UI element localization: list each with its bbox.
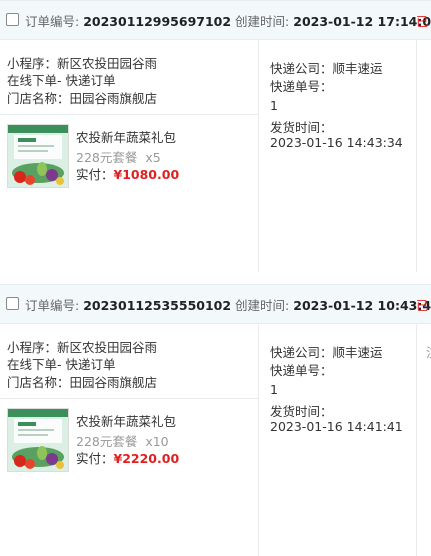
order-type: 在线下单- 快递订单 bbox=[7, 357, 116, 372]
created-time: 2023-01-12 17:14:04 bbox=[293, 14, 431, 29]
product-name[interactable]: 农投新年蔬菜礼包 bbox=[76, 411, 176, 430]
order-body: 小程序：新区农投田园谷雨 在线下单- 快递订单 门店名称：田园谷雨旗舰店 农投新… bbox=[0, 324, 431, 556]
paid-amount: ¥2220.00 bbox=[113, 451, 180, 466]
shipping-column: 快递公司：顺丰速运 快递单号： 1 发货时间： 2023-01-16 14:41… bbox=[260, 324, 417, 556]
order-no-label: 订单编号: bbox=[25, 14, 80, 29]
vegetable-gift-image bbox=[8, 409, 68, 471]
product-spec: 228元套餐 bbox=[76, 150, 138, 165]
created-time-label: 创建时间: bbox=[235, 14, 290, 29]
order-status: 已 bbox=[416, 14, 429, 29]
courier-company: 快递公司：顺丰速运 bbox=[270, 61, 383, 76]
tracking-number: 1 bbox=[270, 98, 278, 113]
vegetable-gift-image bbox=[8, 125, 68, 187]
tracking-number: 1 bbox=[270, 382, 278, 397]
product-thumbnail[interactable] bbox=[7, 408, 69, 472]
product-quantity: x5 bbox=[145, 150, 161, 165]
tracking-label: 快递单号： bbox=[270, 79, 333, 94]
courier-company: 快递公司：顺丰速运 bbox=[270, 345, 383, 360]
order-info-column: 小程序：新区农投田园谷雨 在线下单- 快递订单 门店名称：田园谷雨旗舰店 农投新… bbox=[0, 324, 259, 556]
ship-time: 2023-01-16 14:43:34 bbox=[270, 135, 403, 150]
order-no-label: 订单编号: bbox=[25, 298, 80, 313]
ship-time-label: 发货时间： bbox=[270, 404, 333, 419]
remarks-column bbox=[418, 40, 431, 272]
tracking-label: 快递单号： bbox=[270, 363, 333, 378]
ship-time-label: 发货时间： bbox=[270, 120, 333, 135]
product-thumbnail[interactable] bbox=[7, 124, 69, 188]
remarks-column: 注 bbox=[418, 324, 431, 556]
order-no: 20230112535550102 bbox=[83, 298, 232, 313]
remarks-text: 注 bbox=[426, 342, 431, 361]
order-no: 20230112995697102 bbox=[83, 14, 232, 29]
created-time: 2023-01-12 10:43:49 bbox=[293, 298, 431, 313]
product-name[interactable]: 农投新年蔬菜礼包 bbox=[76, 127, 176, 146]
ship-time: 2023-01-16 14:41:41 bbox=[270, 419, 403, 434]
product-spec: 228元套餐 bbox=[76, 434, 138, 449]
store-name: 门店名称：田园谷雨旗舰店 bbox=[7, 91, 158, 106]
order-status: 已 bbox=[416, 298, 429, 313]
divider bbox=[0, 114, 259, 115]
product-quantity: x10 bbox=[145, 434, 169, 449]
order-header: 订单编号: 20230112995697102 创建时间: 2023-01-12… bbox=[0, 0, 431, 40]
divider bbox=[0, 398, 259, 399]
shipping-column: 快递公司：顺丰速运 快递单号： 1 发货时间： 2023-01-16 14:43… bbox=[260, 40, 417, 272]
order-header: 订单编号: 20230112535550102 创建时间: 2023-01-12… bbox=[0, 284, 431, 324]
order-select-checkbox[interactable] bbox=[6, 13, 19, 26]
order-type: 在线下单- 快递订单 bbox=[7, 73, 116, 88]
paid-label: 实付： bbox=[76, 167, 114, 182]
order-body: 小程序：新区农投田园谷雨 在线下单- 快递订单 门店名称：田园谷雨旗舰店 农投新… bbox=[0, 40, 431, 272]
created-time-label: 创建时间: bbox=[235, 298, 290, 313]
paid-amount: ¥1080.00 bbox=[113, 167, 180, 182]
store-name: 门店名称：田园谷雨旗舰店 bbox=[7, 375, 158, 390]
paid-label: 实付： bbox=[76, 451, 114, 466]
order-info-column: 小程序：新区农投田园谷雨 在线下单- 快递订单 门店名称：田园谷雨旗舰店 农投新… bbox=[0, 40, 259, 272]
order-select-checkbox[interactable] bbox=[6, 297, 19, 310]
